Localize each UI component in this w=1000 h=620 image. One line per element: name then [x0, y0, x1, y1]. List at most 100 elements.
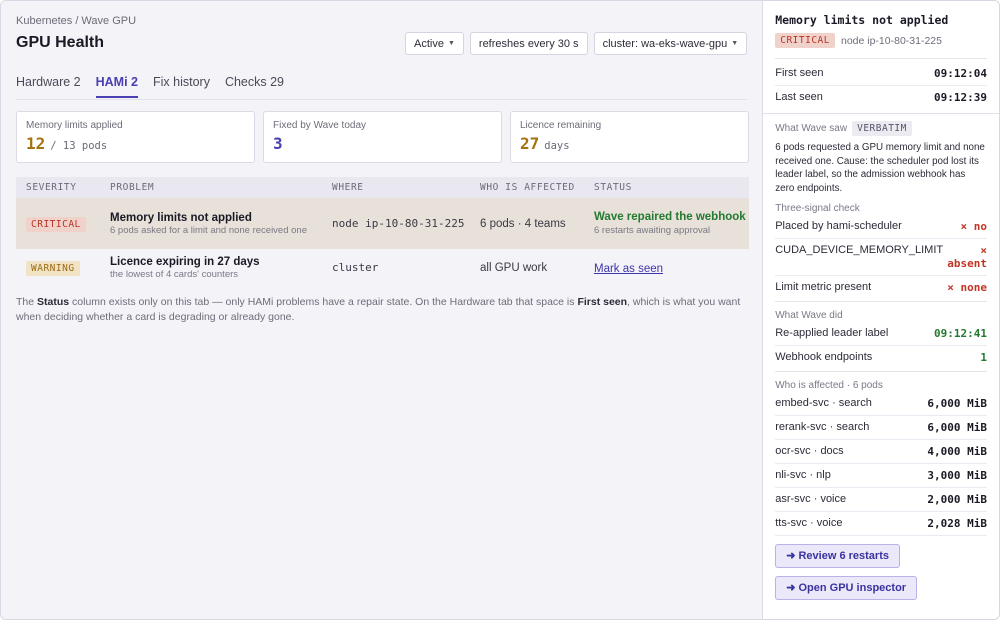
stat-label: Licence remaining: [520, 120, 602, 131]
last-seen-row: Last seen 09:12:39: [775, 86, 987, 109]
affected-row: rerank-svc · search 6,000 MiB: [775, 416, 987, 440]
kv-label: embed-svc · search: [775, 397, 872, 409]
kv-label: Placed by hami-scheduler: [775, 220, 902, 232]
kv-label: CUDA_DEVICE_MEMORY_LIMIT: [775, 244, 944, 256]
signal-row: Limit metric present × none: [775, 276, 987, 299]
app-window: Kubernetes / Wave GPU GPU Health Active …: [0, 0, 1000, 620]
open-gpu-inspector-button[interactable]: ➜ Open GPU inspector: [775, 576, 918, 600]
stat-card-memory-limits: Memory limits applied 12 / 13 pods: [16, 111, 255, 163]
chevron-down-icon: ▼: [447, 40, 455, 47]
tab-bar: Hardware 2 HAMi 2 Fix history Checks 29: [16, 75, 284, 98]
main-area: Kubernetes / Wave GPU GPU Health Active …: [1, 1, 764, 619]
stat-value: 3: [273, 134, 283, 153]
table-row[interactable]: CRITICAL Memory limits not applied 6 pod…: [16, 198, 749, 249]
kv-label: Webhook endpoints: [775, 351, 873, 363]
mark-as-seen-link[interactable]: Mark as seen: [594, 263, 663, 275]
who-value: 6 pods · 4 teams: [480, 217, 566, 230]
kv-label: First seen: [775, 67, 824, 79]
panel-node: node ip-10-80-31-225: [840, 34, 942, 47]
tab-hami[interactable]: HAMi 2: [95, 75, 138, 98]
kv-label: Last seen: [775, 91, 823, 103]
kv-value: 09:12:04: [934, 67, 987, 80]
stat-label: Fixed by Wave today: [273, 120, 367, 131]
problem-subtitle: 6 pods asked for a limit and none receiv…: [110, 224, 307, 236]
affected-row: nli-svc · nlp 3,000 MiB: [775, 464, 987, 488]
review-restarts-button[interactable]: ➜ Review 6 restarts: [775, 544, 900, 568]
note-text: The: [16, 296, 38, 308]
kv-value: 1: [980, 351, 987, 364]
who-value: all GPU work: [480, 261, 548, 274]
divider: [763, 113, 999, 114]
col-header-who: WHO IS AFFECTED: [480, 182, 575, 193]
note-text: column exists only on this tab — only HA…: [69, 296, 578, 308]
chevron-down-icon: ▼: [731, 40, 739, 47]
section-label: What Wave saw: [775, 123, 848, 134]
kv-value: × absent: [947, 244, 987, 270]
section-affected: Who is affected · 6 pods: [775, 380, 883, 391]
refresh-interval-button[interactable]: refreshes every 30 s: [469, 32, 588, 55]
breadcrumb[interactable]: Kubernetes / Wave GPU: [16, 15, 136, 27]
tab-divider: [16, 99, 748, 100]
severity-badge: CRITICAL: [26, 216, 86, 232]
affected-row: embed-svc · search 6,000 MiB: [775, 392, 987, 416]
kv-value: × none: [947, 281, 987, 294]
status-subtitle: 6 restarts awaiting approval: [594, 225, 711, 236]
col-header-severity: SEVERITY: [26, 182, 77, 193]
cluster-label: cluster: wa-eks-wave-gpu: [602, 37, 728, 50]
stat-card-licence: Licence remaining 27 days: [510, 111, 749, 163]
panel-title: Memory limits not applied: [775, 13, 949, 27]
col-header-status: STATUS: [594, 182, 632, 193]
kv-value: 6,000 MiB: [927, 397, 987, 410]
kv-value: 6,000 MiB: [927, 421, 987, 434]
kv-label: asr-svc · voice: [775, 493, 847, 505]
tab-checks[interactable]: Checks 29: [225, 75, 284, 98]
kv-value: 2,000 MiB: [927, 493, 987, 506]
action-row: Re-applied leader label 09:12:41: [775, 322, 987, 346]
problems-table: SEVERITY PROBLEM WHERE WHO IS AFFECTED S…: [16, 177, 749, 286]
kv-value: 3,000 MiB: [927, 469, 987, 482]
table-row[interactable]: WARNING Licence expiring in 27 days the …: [16, 249, 749, 286]
tab-note: The Status column exists only on this ta…: [16, 295, 751, 325]
stat-value: 12: [26, 134, 46, 153]
stat-cards: Memory limits applied 12 / 13 pods Fixed…: [16, 111, 749, 163]
kv-value: 4,000 MiB: [927, 445, 987, 458]
problem-title: Licence expiring in 27 days: [110, 255, 260, 268]
problem-title: Memory limits not applied: [110, 211, 252, 224]
wave-saw-text: 6 pods requested a GPU memory limit and …: [775, 142, 985, 194]
affected-row: ocr-svc · docs 4,000 MiB: [775, 440, 987, 464]
kv-label: nli-svc · nlp: [775, 469, 831, 481]
affected-row: asr-svc · voice 2,000 MiB: [775, 488, 987, 512]
stat-value: 27: [520, 134, 540, 153]
tab-fix-history[interactable]: Fix history: [153, 75, 210, 98]
severity-badge: WARNING: [26, 260, 80, 276]
section-wave-did: What Wave did: [775, 310, 843, 321]
stat-label: Memory limits applied: [26, 120, 123, 131]
severity-badge: CRITICAL: [775, 33, 835, 48]
kv-value: 2,028 MiB: [927, 517, 987, 530]
kv-label: tts-svc · voice: [775, 517, 843, 529]
status-text: Wave repaired the webhook: [594, 211, 746, 223]
problem-subtitle: the lowest of 4 cards' counters: [110, 268, 239, 280]
kv-value: × no: [960, 220, 988, 233]
kv-value: 09:12:39: [934, 91, 987, 104]
divider: [775, 371, 987, 372]
cluster-dropdown[interactable]: cluster: wa-eks-wave-gpu ▼: [593, 32, 748, 55]
header-controls: Active ▼ refreshes every 30 s cluster: w…: [405, 32, 748, 55]
kv-label: Limit metric present: [775, 281, 872, 293]
status-filter-dropdown[interactable]: Active ▼: [405, 32, 464, 55]
affected-row: tts-svc · voice 2,028 MiB: [775, 512, 987, 536]
where-value: cluster: [332, 260, 379, 274]
stat-unit: days: [544, 140, 570, 152]
tab-hardware[interactable]: Hardware 2: [16, 75, 81, 98]
first-seen-row: First seen 09:12:04: [775, 59, 987, 86]
action-row: Webhook endpoints 1: [775, 346, 987, 369]
refresh-interval-label: refreshes every 30 s: [478, 37, 579, 50]
note-emphasis: Status: [37, 296, 70, 308]
table-header: SEVERITY PROBLEM WHERE WHO IS AFFECTED S…: [16, 177, 749, 198]
col-header-problem: PROBLEM: [110, 182, 155, 193]
kv-label: rerank-svc · search: [775, 421, 870, 433]
note-emphasis: First seen: [577, 296, 628, 308]
stat-card-fixed-today: Fixed by Wave today 3: [263, 111, 502, 163]
detail-panel: Memory limits not applied CRITICAL node …: [763, 1, 999, 619]
col-header-where: WHERE: [332, 182, 364, 193]
